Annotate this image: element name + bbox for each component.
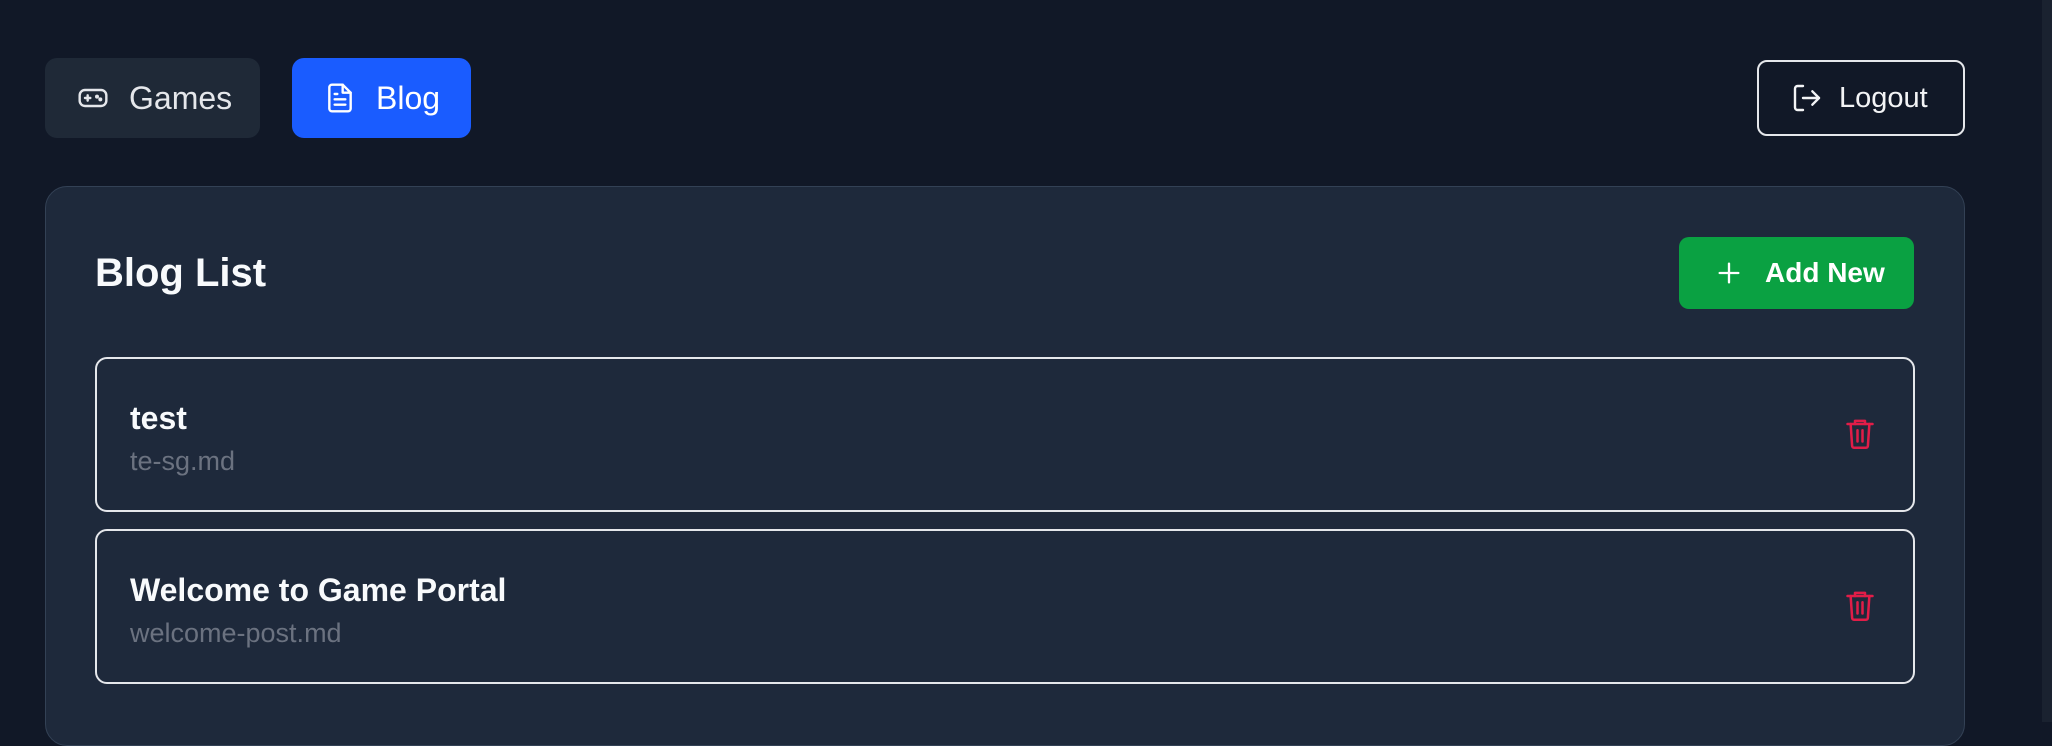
document-icon bbox=[324, 82, 356, 114]
list-item[interactable]: test te-sg.md bbox=[95, 357, 1915, 512]
trash-icon bbox=[1845, 589, 1875, 628]
post-filename: welcome-post.md bbox=[130, 618, 342, 648]
nav-blog-button[interactable]: Blog bbox=[292, 58, 471, 138]
nav-games-button[interactable]: Games bbox=[45, 58, 260, 138]
scrollbar-track bbox=[2042, 0, 2052, 722]
post-filename: te-sg.md bbox=[130, 446, 236, 476]
logout-label: Logout bbox=[1839, 81, 1928, 114]
post-title: test bbox=[130, 400, 187, 436]
gamepad-icon bbox=[77, 82, 109, 114]
nav-games-label: Games bbox=[129, 79, 233, 116]
nav-blog-label: Blog bbox=[376, 79, 441, 116]
page-title: Blog List bbox=[95, 251, 267, 295]
delete-button[interactable] bbox=[1842, 416, 1878, 456]
add-new-button[interactable]: Add New bbox=[1679, 237, 1914, 309]
trash-icon bbox=[1845, 417, 1875, 456]
delete-button[interactable] bbox=[1842, 588, 1878, 628]
logout-icon bbox=[1791, 82, 1823, 114]
post-title: Welcome to Game Portal bbox=[130, 572, 507, 608]
blog-list-panel: Blog List Add New test te-sg.md Welcome … bbox=[45, 186, 1965, 746]
plus-icon bbox=[1715, 259, 1743, 287]
logout-button[interactable]: Logout bbox=[1757, 60, 1965, 136]
add-new-label: Add New bbox=[1765, 257, 1885, 288]
list-item[interactable]: Welcome to Game Portal welcome-post.md bbox=[95, 529, 1915, 684]
